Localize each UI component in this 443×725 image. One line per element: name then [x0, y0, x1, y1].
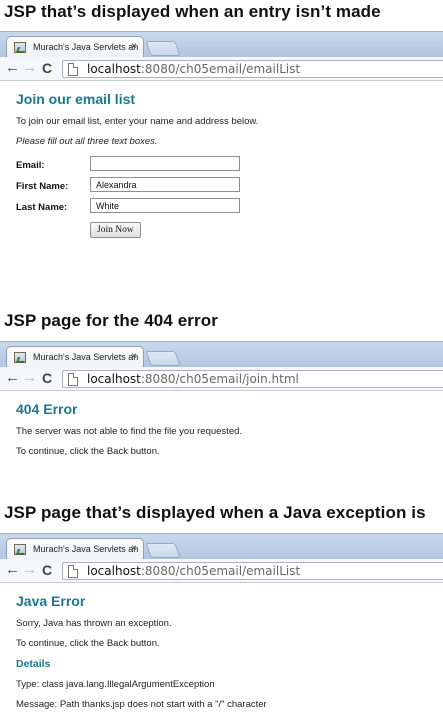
first-name-field[interactable]: [90, 177, 240, 192]
url-text: localhost:8080/ch05email/emailList: [87, 62, 300, 76]
page-icon: [68, 565, 78, 578]
browser-toolbar: ← → C localhost:8080/ch05email/join.html: [0, 367, 443, 391]
url-text: localhost:8080/ch05email/join.html: [87, 372, 299, 386]
reload-icon[interactable]: C: [42, 60, 52, 76]
intro-text: To join our email list, enter your name …: [16, 116, 259, 127]
reload-icon[interactable]: C: [42, 562, 52, 578]
url-host: localhost: [87, 372, 141, 386]
page-icon: [68, 373, 78, 386]
details-title: Details: [16, 658, 51, 670]
forward-arrow-icon[interactable]: →: [22, 562, 37, 578]
page-title: Join our email list: [16, 91, 136, 107]
reload-icon[interactable]: C: [42, 370, 52, 386]
email-row: Email:: [16, 156, 427, 177]
page-content: Java Error Sorry, Java has thrown an exc…: [0, 583, 443, 710]
new-tab-button[interactable]: [145, 41, 181, 56]
tab-title: Murach's Java Servlets an: [33, 352, 139, 362]
browser-tab[interactable]: Murach's Java Servlets an ×: [6, 36, 144, 58]
first-name-label: First Name:: [16, 181, 69, 192]
first-name-row: First Name:: [16, 177, 427, 198]
new-tab-button[interactable]: [145, 351, 181, 366]
tab-strip: Murach's Java Servlets an ×: [0, 341, 443, 368]
address-bar[interactable]: localhost:8080/ch05email/emailList: [62, 60, 443, 78]
tab-strip: Murach's Java Servlets an ×: [0, 533, 443, 560]
browser-window: Murach's Java Servlets an × ← → C localh…: [0, 533, 443, 719]
browser-tab[interactable]: Murach's Java Servlets an ×: [6, 538, 144, 560]
url-path: :8080/ch05email/emailList: [140, 564, 301, 578]
url-path: :8080/ch05email/emailList: [140, 62, 301, 76]
error-message: The server was not able to find the file…: [16, 426, 243, 437]
close-icon[interactable]: ×: [131, 41, 137, 52]
url-host: localhost: [87, 62, 141, 76]
page-content: Join our email list To join our email li…: [0, 81, 443, 240]
section-heading: JSP page for the 404 error: [4, 311, 218, 330]
favicon-icon: [14, 544, 26, 555]
favicon-icon: [14, 352, 26, 363]
last-name-field[interactable]: [90, 198, 240, 213]
exception-type: Type: class java.lang.IllegalArgumentExc…: [16, 679, 215, 690]
browser-toolbar: ← → C localhost:8080/ch05email/emailList: [0, 57, 443, 81]
browser-window: Murach's Java Servlets an × ← → C localh…: [0, 31, 443, 240]
forward-arrow-icon[interactable]: →: [22, 370, 37, 386]
address-bar[interactable]: localhost:8080/ch05email/emailList: [62, 562, 443, 580]
tab-title: Murach's Java Servlets an: [33, 42, 139, 52]
page-content: 404 Error The server was not able to fin…: [0, 391, 443, 457]
back-arrow-icon[interactable]: ←: [5, 370, 20, 386]
tab-strip: Murach's Java Servlets an ×: [0, 31, 443, 58]
close-icon[interactable]: ×: [131, 543, 137, 554]
email-field[interactable]: [90, 156, 240, 171]
last-name-label: Last Name:: [16, 202, 68, 213]
address-bar[interactable]: localhost:8080/ch05email/join.html: [62, 370, 443, 388]
tab-title: Murach's Java Servlets an: [33, 544, 139, 554]
favicon-icon: [14, 42, 26, 53]
url-text: localhost:8080/ch05email/emailList: [87, 564, 300, 578]
page-title: Java Error: [16, 593, 86, 609]
forward-arrow-icon[interactable]: →: [22, 60, 37, 76]
email-label: Email:: [16, 160, 45, 171]
back-hint: To continue, click the Back button.: [16, 446, 160, 457]
browser-tab[interactable]: Murach's Java Servlets an ×: [6, 346, 144, 368]
back-arrow-icon[interactable]: ←: [5, 562, 20, 578]
page-icon: [68, 63, 78, 76]
last-name-row: Last Name:: [16, 198, 427, 219]
join-now-button[interactable]: Join Now: [90, 222, 141, 238]
page-title: 404 Error: [16, 401, 78, 417]
url-path: :8080/ch05email/join.html: [140, 372, 299, 386]
section-heading: JSP that’s displayed when an entry isn’t…: [4, 2, 381, 21]
url-host: localhost: [87, 564, 141, 578]
back-hint: To continue, click the Back button.: [16, 638, 160, 649]
instruction-text: Please fill out all three text boxes.: [16, 136, 158, 147]
error-message: Sorry, Java has thrown an exception.: [16, 618, 172, 629]
exception-message: Message: Path thanks.jsp does not start …: [16, 699, 267, 710]
new-tab-button[interactable]: [145, 543, 181, 558]
browser-toolbar: ← → C localhost:8080/ch05email/emailList: [0, 559, 443, 583]
back-arrow-icon[interactable]: ←: [5, 60, 20, 76]
browser-window: Murach's Java Servlets an × ← → C localh…: [0, 341, 443, 466]
close-icon[interactable]: ×: [131, 351, 137, 362]
submit-row: Join Now: [16, 219, 427, 240]
section-heading: JSP page that’s displayed when a Java ex…: [4, 503, 426, 522]
